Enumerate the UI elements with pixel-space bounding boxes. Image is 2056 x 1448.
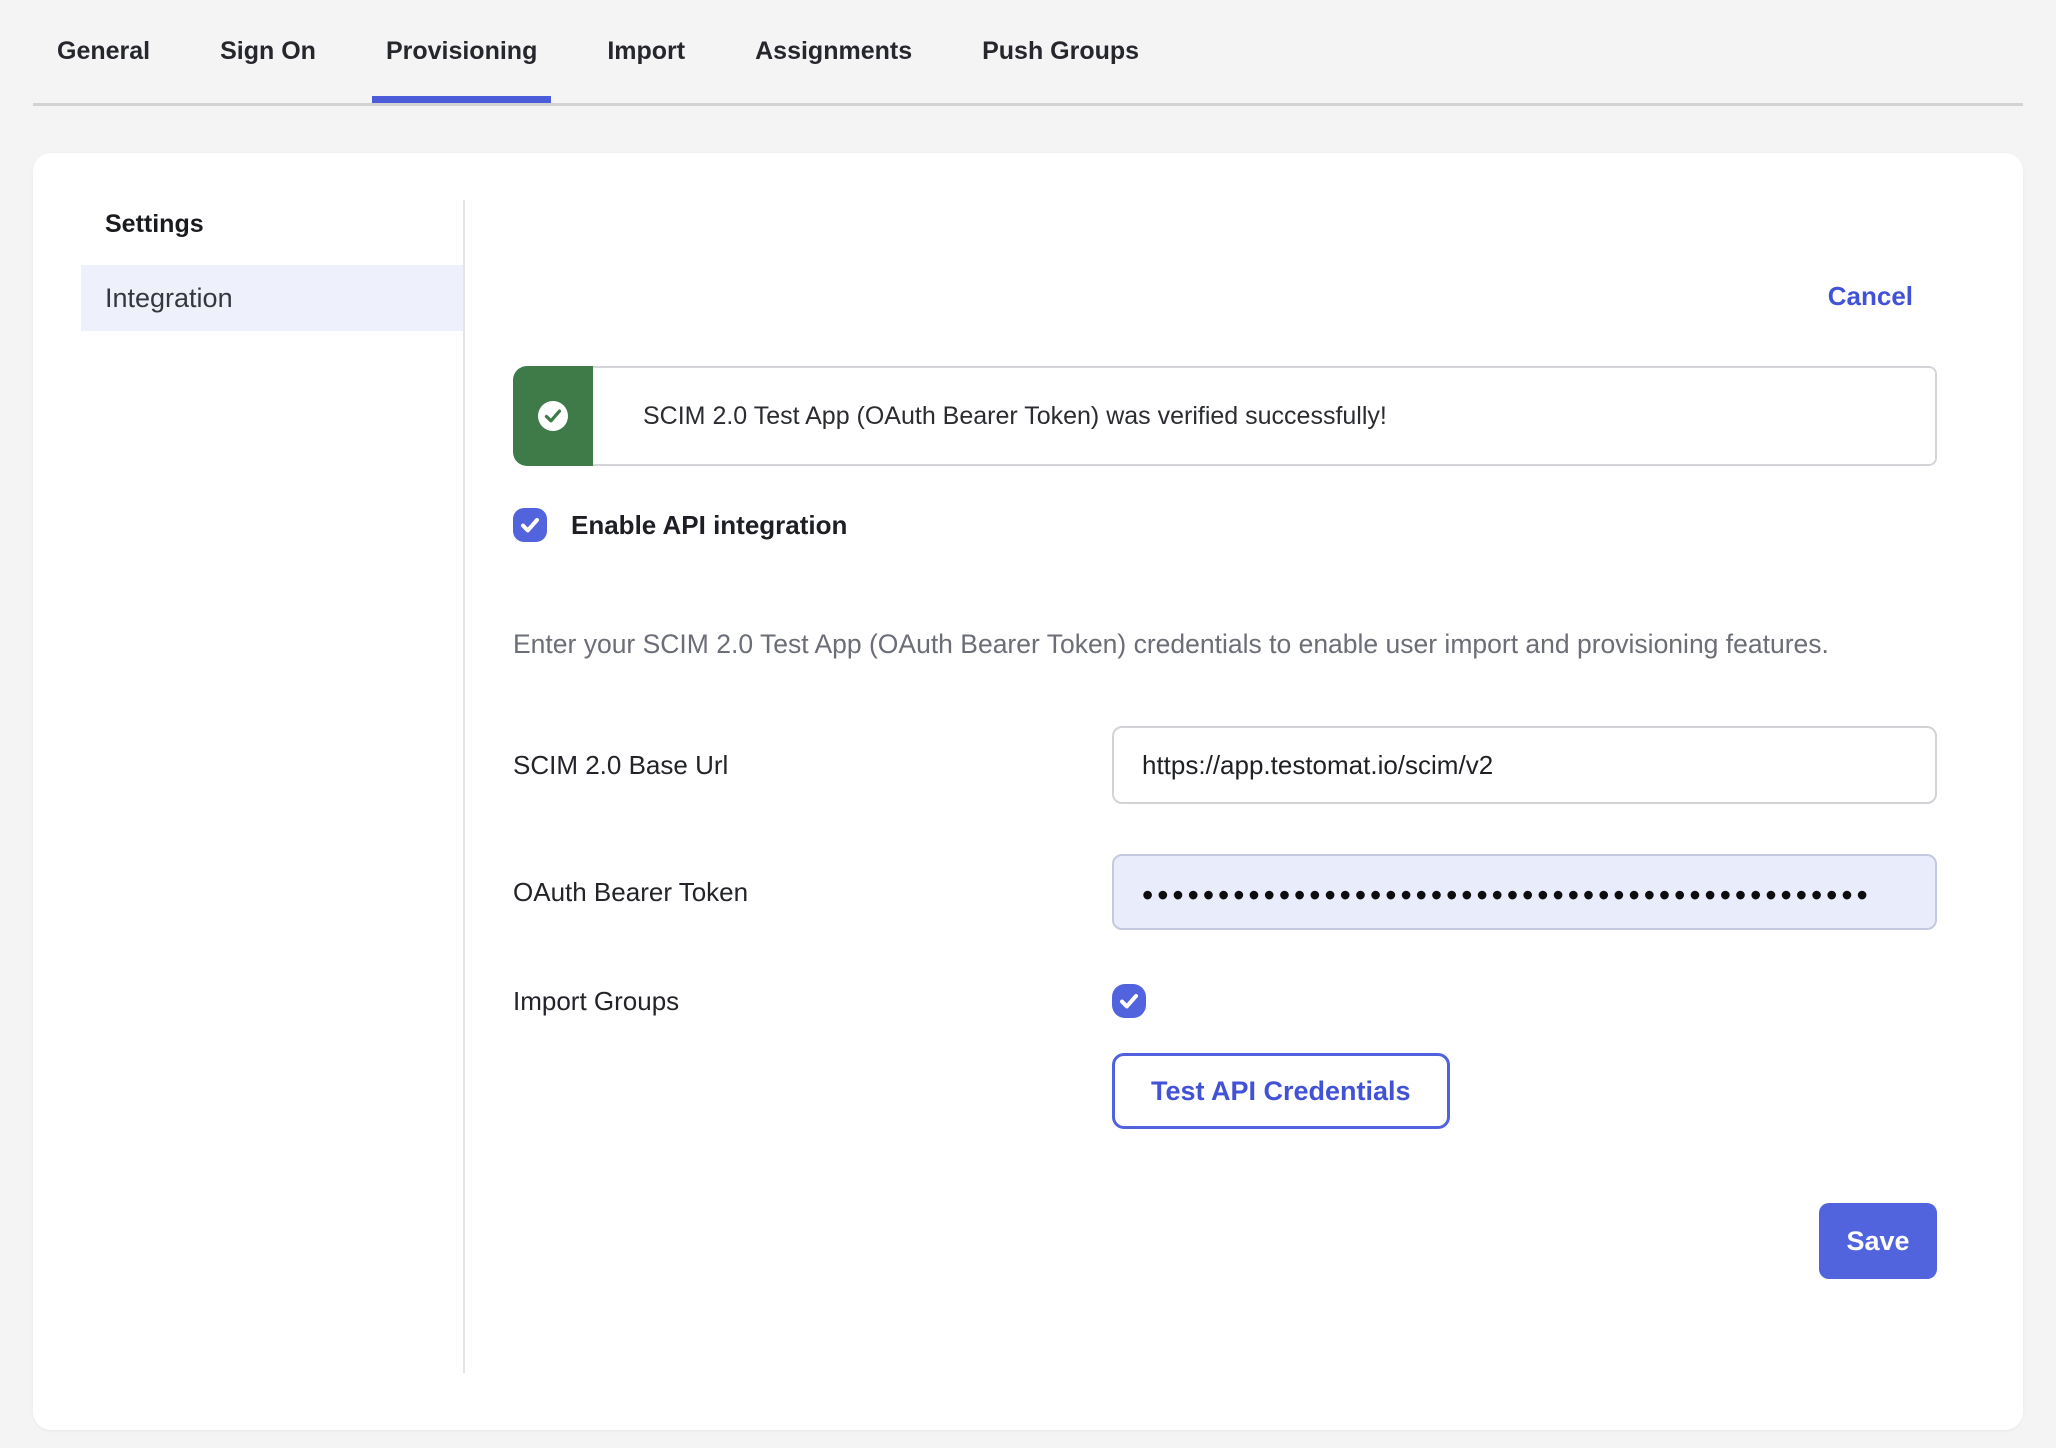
enable-api-label: Enable API integration (571, 510, 847, 541)
tab-import[interactable]: Import (607, 0, 685, 103)
token-label: OAuth Bearer Token (513, 877, 1112, 908)
tab-push-groups[interactable]: Push Groups (982, 0, 1139, 103)
tab-assignments-label: Assignments (755, 37, 912, 66)
tab-provisioning[interactable]: Provisioning (386, 0, 537, 103)
sidebar-heading: Settings (105, 210, 463, 239)
tab-general[interactable]: General (57, 0, 150, 103)
tab-push-groups-label: Push Groups (982, 37, 1139, 66)
sidebar-item-integration[interactable]: Integration (81, 265, 463, 331)
tab-provisioning-label: Provisioning (386, 37, 537, 66)
base-url-label: SCIM 2.0 Base Url (513, 750, 1112, 781)
app-tab-bar: General Sign On Provisioning Import Assi… (0, 0, 2056, 106)
success-banner-message: SCIM 2.0 Test App (OAuth Bearer Token) w… (643, 402, 1387, 431)
success-banner: SCIM 2.0 Test App (OAuth Bearer Token) w… (513, 366, 1937, 466)
tab-sign-on-label: Sign On (220, 37, 316, 66)
integration-settings-panel: Cancel SCIM 2.0 Test App (OAuth Bearer T… (465, 153, 2023, 1430)
base-url-input[interactable] (1112, 726, 1937, 804)
enable-api-checkbox[interactable] (513, 508, 547, 542)
success-banner-icon-block (513, 366, 593, 466)
credentials-description: Enter your SCIM 2.0 Test App (OAuth Bear… (513, 620, 1913, 668)
token-row: OAuth Bearer Token (513, 854, 1937, 930)
tab-import-label: Import (607, 37, 685, 66)
import-groups-checkbox[interactable] (1112, 984, 1146, 1018)
save-button[interactable]: Save (1819, 1203, 1937, 1279)
base-url-row: SCIM 2.0 Base Url (513, 726, 1937, 804)
sidebar-item-label: Integration (105, 283, 233, 314)
tabs: General Sign On Provisioning Import Assi… (0, 0, 2056, 103)
token-input[interactable] (1112, 854, 1937, 930)
test-credentials-row: Test API Credentials (513, 1053, 1937, 1129)
tab-general-label: General (57, 37, 150, 66)
tab-bar-divider (33, 103, 2023, 106)
tab-assignments[interactable]: Assignments (755, 0, 912, 103)
settings-sidebar: Settings Integration (33, 153, 463, 1430)
check-icon (1117, 989, 1141, 1013)
tab-sign-on[interactable]: Sign On (220, 0, 316, 103)
import-groups-row: Import Groups (513, 984, 1937, 1018)
success-banner-body: SCIM 2.0 Test App (OAuth Bearer Token) w… (593, 366, 1937, 466)
import-groups-label: Import Groups (513, 986, 1112, 1017)
test-api-credentials-button[interactable]: Test API Credentials (1112, 1053, 1450, 1129)
enable-api-row: Enable API integration (513, 508, 1937, 542)
save-row: Save (513, 1203, 1937, 1279)
cancel-link[interactable]: Cancel (1828, 280, 1913, 312)
cancel-row: Cancel (513, 280, 1937, 312)
check-circle-icon (538, 401, 568, 431)
provisioning-card: Settings Integration Cancel SCIM 2.0 Tes… (33, 153, 2023, 1430)
check-icon (518, 513, 542, 537)
